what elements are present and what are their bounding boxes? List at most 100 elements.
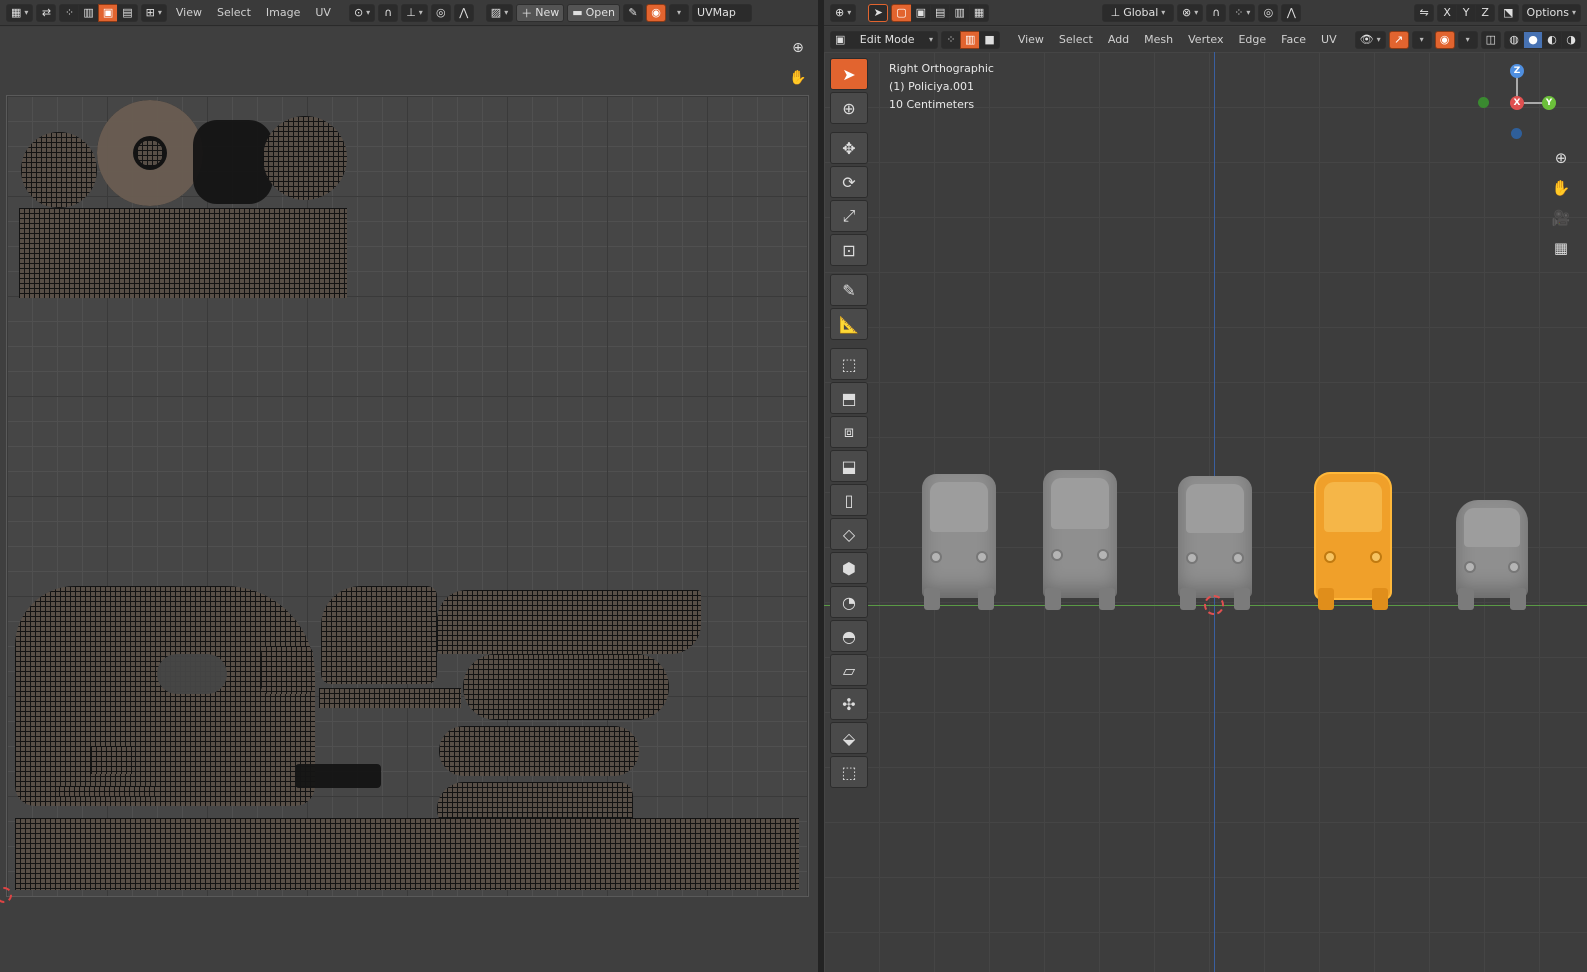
spin-tool-icon[interactable]: ◔ [830,586,868,618]
knife-tool-icon[interactable]: ◇ [830,518,868,550]
gizmo-neg-z-handle[interactable] [1511,128,1522,139]
sync-selection-button[interactable]: ⇄ [36,3,57,22]
zoom-view-icon[interactable]: ⊕ [1549,146,1573,170]
mode-dropdown[interactable]: ▣ Edit Mode ▾ [830,30,938,49]
transform-tool-icon[interactable]: ⊡ [830,234,868,266]
loop-cut-tool-icon[interactable]: ▯ [830,484,868,516]
vehicle-model[interactable] [1178,476,1252,610]
move-tool-icon[interactable]: ✥ [830,132,868,164]
gizmo-z-handle[interactable]: Z [1510,64,1524,78]
falloff-icon[interactable]: ⋀ [453,3,474,22]
uv-menu-uv[interactable]: UV [309,6,337,19]
overlay-icon[interactable]: ◉ [646,3,667,22]
face-select-icon[interactable]: ▣ [97,3,119,22]
gizmo-dropdown[interactable]: ▾ [1411,30,1432,49]
vehicle-model[interactable] [1456,500,1528,610]
uv-editor-canvas[interactable]: ⊕ ✋ [0,27,818,972]
vp-menu-select[interactable]: Select [1053,33,1099,46]
editor-type-button[interactable]: ▦ ▾ [6,3,34,22]
face-mode-icon[interactable]: ■ [979,30,1000,49]
mirror-icon[interactable]: ⇋ [1414,3,1435,22]
bevel-tool-icon[interactable]: ⬓ [830,450,868,482]
inset-tool-icon[interactable]: ⧈ [830,416,868,448]
pivot-point-button[interactable]: ⊙ ▾ [348,3,376,22]
edge-mode-icon[interactable]: ▥ [960,30,981,49]
material-shading-icon[interactable]: ◐ [1542,30,1562,49]
rip-tool-icon[interactable]: ⬚ [830,756,868,788]
rendered-shading-icon[interactable]: ◑ [1561,30,1581,49]
vp-menu-edge[interactable]: Edge [1232,33,1272,46]
measure-tool-icon[interactable]: 📐 [830,308,868,340]
visibility-icon[interactable]: 👁 ▾ [1354,30,1386,49]
xray-icon[interactable]: ◫ [1480,30,1501,49]
pan-hand-icon[interactable]: ✋ [787,67,809,89]
vertex-select-icon[interactable]: ⁘ [59,3,80,22]
vp-menu-view[interactable]: View [1012,33,1050,46]
options-dropdown[interactable]: Options ▾ [1521,3,1582,22]
open-image-button[interactable]: ▬ Open [567,3,621,22]
vehicle-model[interactable] [922,474,996,610]
overlays-icon[interactable]: ◉ [1434,30,1455,49]
selected-vehicle-model[interactable] [1316,474,1390,610]
smooth-tool-icon[interactable]: ◓ [830,620,868,652]
3d-viewport[interactable]: ➤ ⊕ ✥ ⟳ ⤢ ⊡ ✎ 📐 ⬚ ⬒ ⧈ ⬓ ▯ ◇ ⬢ ◔ ◓ ▱ ✣ ⬙ … [824,52,1587,972]
pan-view-icon[interactable]: ✋ [1549,176,1573,200]
new-image-button[interactable]: ＋ New [516,3,565,22]
select-invert-icon[interactable]: ▥ [949,3,970,22]
uv-2d-cursor[interactable] [0,887,12,903]
image-browse-button[interactable]: ▨ ▾ [485,3,514,22]
island-select-icon[interactable]: ▤ [117,3,138,22]
select-box-tool-icon[interactable]: ➤ [830,58,868,90]
mirror-z-toggle[interactable]: Z [1475,3,1496,22]
select-tool-icon[interactable]: ➤ [868,3,889,22]
select-intersect-icon[interactable]: ▦ [968,3,990,22]
vp-menu-face[interactable]: Face [1275,33,1312,46]
vp-menu-mesh[interactable]: Mesh [1138,33,1179,46]
mirror-y-toggle[interactable]: Y [1456,3,1477,22]
pivot-icon[interactable]: ⊗ ▾ [1176,3,1204,22]
vehicle-model[interactable] [1043,470,1117,610]
zoom-icon[interactable]: ⊕ [787,37,809,59]
select-new-icon[interactable]: ▢ [891,3,912,22]
select-subtract-icon[interactable]: ▤ [930,3,951,22]
snap-icon-3d[interactable]: ∩ [1206,3,1227,22]
snap-element-button[interactable]: ⁘ ▾ [1229,3,1256,22]
solid-shading-icon[interactable]: ● [1523,30,1543,49]
edge-select-icon[interactable]: ▥ [78,3,99,22]
overlays-dropdown[interactable]: ▾ [1457,30,1478,49]
extrude-tool-icon[interactable]: ⬒ [830,382,868,414]
camera-view-icon[interactable]: 🎥 [1549,206,1573,230]
auto-merge-icon[interactable]: ⬔ [1498,3,1519,22]
ortho-grid-icon[interactable]: ▦ [1549,236,1573,260]
select-extend-icon[interactable]: ▣ [910,3,932,22]
vp-menu-uv[interactable]: UV [1315,33,1343,46]
add-cube-tool-icon[interactable]: ⬚ [830,348,868,380]
3d-cursor[interactable] [1204,595,1224,615]
proportional-edit-icon[interactable]: ◎ [430,3,451,22]
proportional-icon-3d[interactable]: ◎ [1258,3,1279,22]
uvmap-field[interactable]: UVMap [692,3,753,22]
uv-menu-image[interactable]: Image [260,6,306,19]
vertex-mode-icon[interactable]: ⁘ [941,30,961,49]
uv-menu-select[interactable]: Select [211,6,257,19]
gizmo-y-handle[interactable]: Y [1542,96,1556,110]
snap-target-button[interactable]: ⊥ ▾ [401,3,428,22]
annotate-tool-icon[interactable]: ✎ [830,274,868,306]
overlay-dropdown[interactable]: ▾ [669,3,690,22]
gizmo-neg-y-handle[interactable] [1478,97,1489,108]
mirror-x-toggle[interactable]: X [1437,3,1458,22]
scale-tool-icon[interactable]: ⤢ [830,200,868,232]
poly-build-tool-icon[interactable]: ⬢ [830,552,868,584]
wireframe-shading-icon[interactable]: ◍ [1504,30,1524,49]
rotate-tool-icon[interactable]: ⟳ [830,166,868,198]
vp-menu-add[interactable]: Add [1102,33,1135,46]
pin-icon[interactable]: ✎ [623,3,644,22]
gizmo-toggle-icon[interactable]: ↗ [1388,30,1409,49]
snap-icon[interactable]: ∩ [378,3,399,22]
gizmo-x-handle[interactable]: X [1510,96,1524,110]
cursor-tool-icon[interactable]: ⊕ [830,92,868,124]
editor-type-3d-button[interactable]: ⊕ ▾ [830,3,857,22]
shrink-fatten-tool-icon[interactable]: ✣ [830,688,868,720]
sticky-selection-button[interactable]: ⊞ ▾ [140,3,167,22]
edge-slide-tool-icon[interactable]: ▱ [830,654,868,686]
